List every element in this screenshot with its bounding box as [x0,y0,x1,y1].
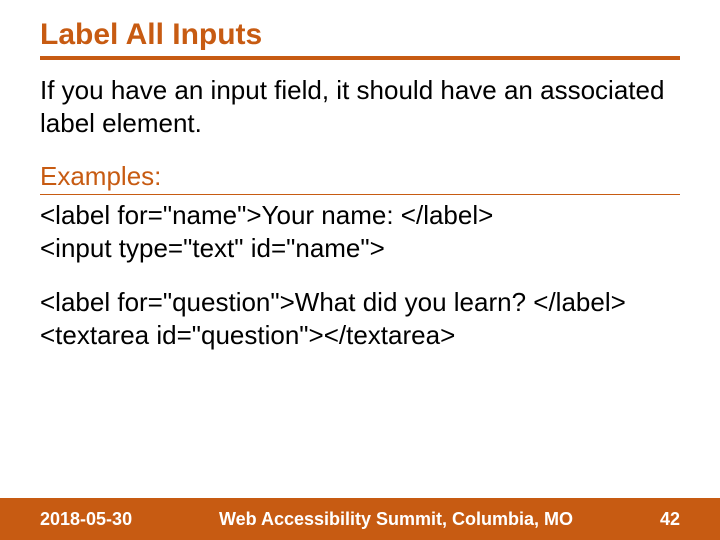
examples-heading: Examples: [40,161,680,195]
code-example-1: <label for="name">Your name: </label> <i… [40,199,680,264]
slide-title: Label All Inputs [40,18,680,60]
body-paragraph: If you have an input field, it should ha… [40,74,680,139]
footer-page-number: 42 [660,509,680,530]
slide-content: Label All Inputs If you have an input fi… [0,0,720,498]
slide-footer: 2018-05-30 Web Accessibility Summit, Col… [0,498,720,540]
footer-venue: Web Accessibility Summit, Columbia, MO [132,509,660,530]
code-example-2: <label for="question">What did you learn… [40,286,680,351]
footer-date: 2018-05-30 [40,509,132,530]
slide: Label All Inputs If you have an input fi… [0,0,720,540]
